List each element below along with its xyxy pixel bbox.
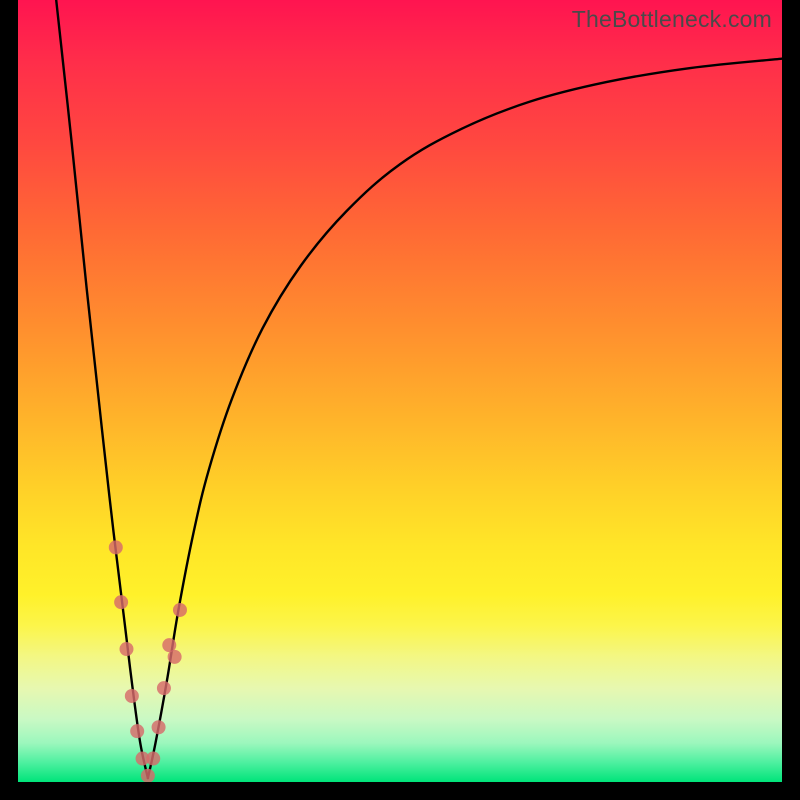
data-point (157, 681, 171, 695)
data-point (109, 540, 123, 554)
data-point (152, 720, 166, 734)
watermark-text: TheBottleneck.com (572, 6, 772, 33)
data-point (141, 769, 155, 782)
bottleneck-curve-left-branch (56, 0, 148, 778)
data-point (168, 650, 182, 664)
chart-frame: TheBottleneck.com (0, 0, 800, 800)
data-point (130, 724, 144, 738)
plot-area: TheBottleneck.com (18, 0, 782, 782)
bottleneck-curve-right-branch (148, 59, 782, 778)
curve-layer (18, 0, 782, 782)
data-point (114, 595, 128, 609)
data-point (119, 642, 133, 656)
data-point (146, 752, 160, 766)
data-point (125, 689, 139, 703)
data-point (173, 603, 187, 617)
